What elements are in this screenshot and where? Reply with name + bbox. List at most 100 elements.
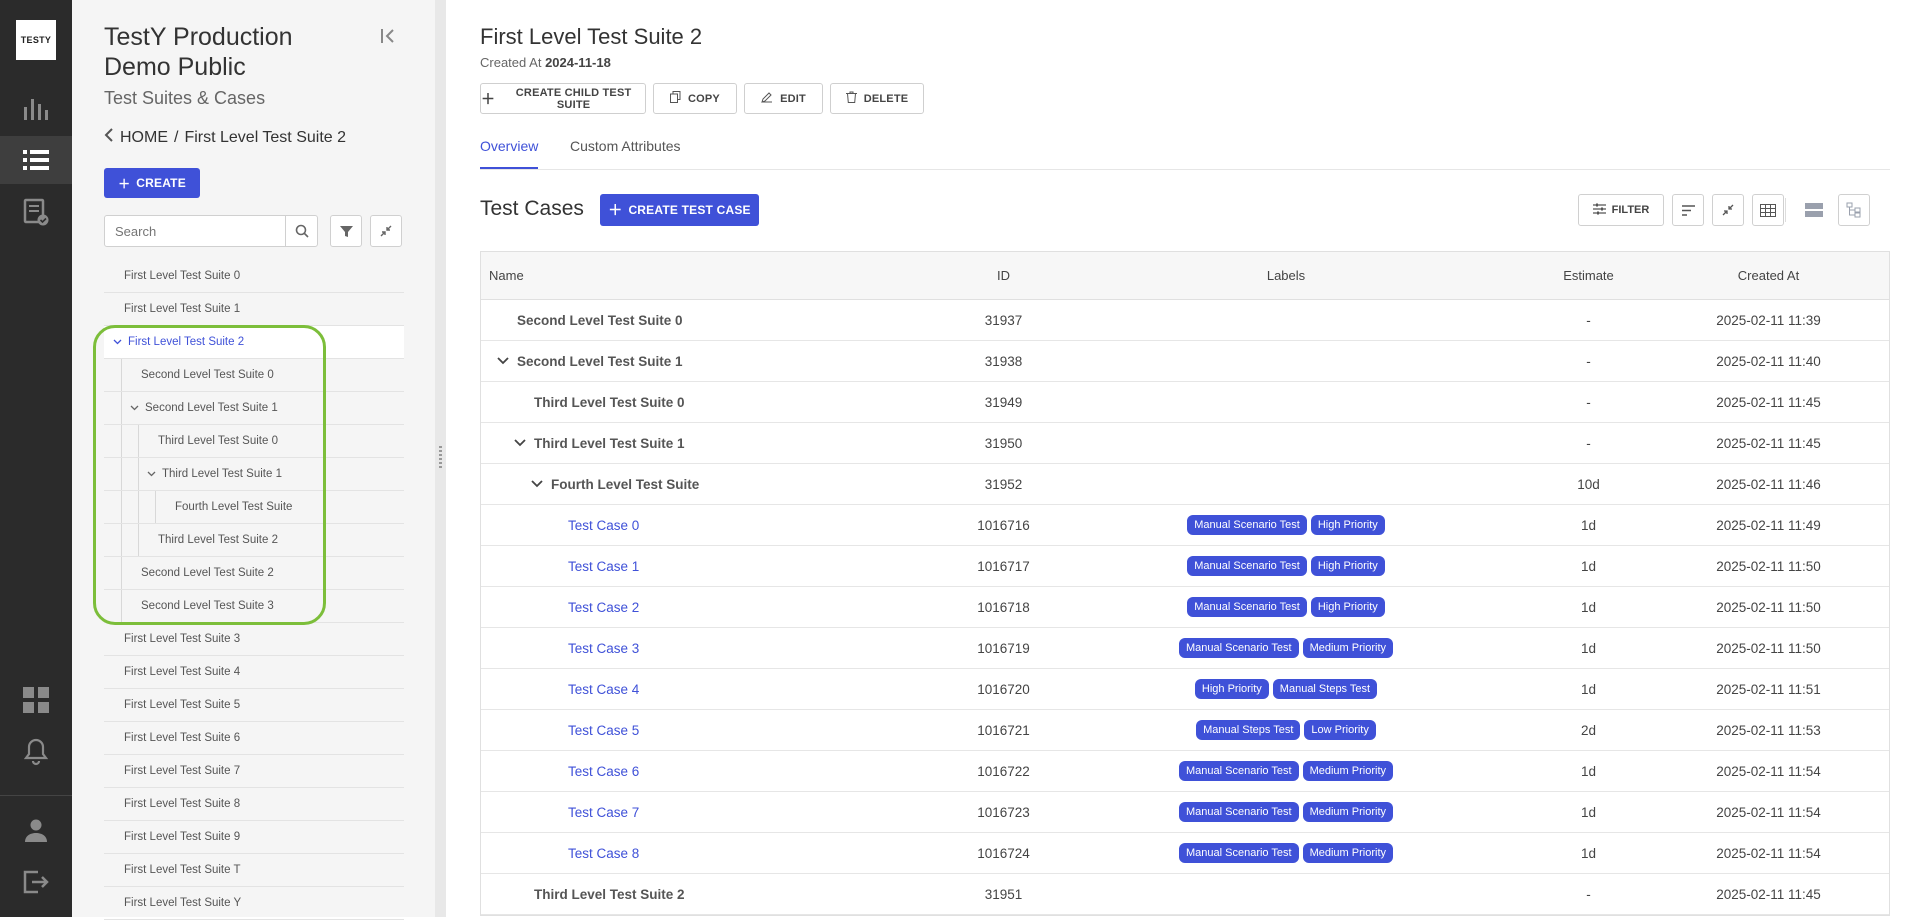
table-row[interactable]: Test Case 3 1016719 Manual Scenario Test Me…	[481, 628, 1889, 669]
table-row[interactable]: Test Case 6 1016722 Manual Scenario Test Me…	[481, 751, 1889, 792]
column-created-at[interactable]: Created At	[1686, 268, 1851, 283]
tree-item[interactable]: First Level Test Suite 1	[104, 293, 404, 326]
table-row[interactable]: Fourth Level Test Suite 31952 10d 2025-02-1…	[481, 464, 1889, 505]
test-case-link[interactable]: Test Case 1	[568, 559, 639, 574]
tree-item[interactable]: First Level Test Suite 4	[104, 656, 404, 689]
test-case-link[interactable]: Test Case 6	[568, 764, 639, 779]
column-id[interactable]: ID	[926, 268, 1081, 283]
table-row[interactable]: Third Level Test Suite 0 31949 - 2025-02-11…	[481, 382, 1889, 423]
table-row[interactable]: Third Level Test Suite 1 31950 - 2025-02-11…	[481, 423, 1889, 464]
chevron-down-icon[interactable]	[512, 439, 528, 447]
create-child-suite-button[interactable]: ＋ CREATE CHILD TEST SUITE	[480, 83, 646, 114]
test-case-link[interactable]: Test Case 2	[568, 600, 639, 615]
tree-item[interactable]: First Level Test Suite 0	[104, 260, 404, 293]
test-case-link[interactable]: Test Case 3	[568, 641, 639, 656]
search-input[interactable]	[105, 216, 285, 246]
profile-icon[interactable]	[0, 806, 72, 854]
tree-item[interactable]: Third Level Test Suite 2	[104, 524, 404, 557]
label-badge[interactable]: Medium Priority	[1302, 802, 1393, 822]
tree-view-icon[interactable]	[1838, 194, 1870, 226]
chevron-left-icon[interactable]	[104, 128, 114, 147]
chevron-down-icon[interactable]	[495, 357, 511, 365]
chevron-down-icon[interactable]	[127, 405, 141, 411]
label-badge[interactable]: Manual Scenario Test	[1179, 843, 1299, 863]
tree-item[interactable]: First Level Test Suite 8	[104, 788, 404, 821]
test-suites-list-icon[interactable]	[0, 136, 72, 184]
table-row[interactable]: Test Case 5 1016721 Manual Steps Test Low P…	[481, 710, 1889, 751]
tree-item[interactable]: Third Level Test Suite 1	[104, 458, 404, 491]
label-badge[interactable]: Manual Scenario Test	[1179, 761, 1299, 781]
dashboard-icon[interactable]	[0, 676, 72, 724]
column-labels[interactable]: Labels	[1081, 268, 1491, 283]
tree-item[interactable]: First Level Test Suite 5	[104, 689, 404, 722]
tree-item[interactable]: Fourth Level Test Suite	[104, 491, 404, 524]
tree-item[interactable]: Third Level Test Suite 0	[104, 425, 404, 458]
label-badge[interactable]: Medium Priority	[1302, 761, 1393, 781]
column-name[interactable]: Name	[481, 268, 926, 283]
test-case-link[interactable]: Test Case 7	[568, 805, 639, 820]
table-row[interactable]: Test Case 4 1016720 High Priority Manual St…	[481, 669, 1889, 710]
edit-button[interactable]: EDIT	[744, 83, 823, 114]
tree-item[interactable]: First Level Test Suite Y	[104, 887, 404, 920]
column-estimate[interactable]: Estimate	[1491, 268, 1686, 283]
table-row[interactable]: Second Level Test Suite 0 31937 - 2025-02-1…	[481, 300, 1889, 341]
test-plans-icon[interactable]	[0, 188, 72, 236]
sort-icon[interactable]	[1672, 194, 1704, 226]
chevron-down-icon[interactable]	[110, 339, 124, 345]
table-row[interactable]: Test Case 7 1016723 Manual Scenario Test Me…	[481, 792, 1889, 833]
table-row[interactable]: Test Case 0 1016716 Manual Scenario Test Hi…	[481, 505, 1889, 546]
tab-overview[interactable]: Overview	[480, 138, 538, 154]
chevron-down-icon[interactable]	[529, 480, 545, 488]
tree-item[interactable]: First Level Test Suite 3	[104, 623, 404, 656]
tree-item[interactable]: Second Level Test Suite 3	[104, 590, 404, 623]
delete-button[interactable]: DELETE	[830, 83, 924, 114]
filter-button[interactable]: FILTER	[1578, 194, 1664, 226]
collapse-sidebar-icon[interactable]	[380, 28, 396, 49]
label-badge[interactable]: Manual Scenario Test	[1179, 802, 1299, 822]
tree-item[interactable]: First Level Test Suite 9	[104, 821, 404, 854]
tree-item[interactable]: First Level Test Suite 7	[104, 755, 404, 788]
collapse-all-icon[interactable]	[370, 215, 402, 247]
tab-custom-attributes[interactable]: Custom Attributes	[570, 138, 681, 154]
create-button[interactable]: ＋ CREATE	[104, 168, 200, 198]
label-badge[interactable]: Manual Steps Test	[1272, 679, 1378, 699]
table-row[interactable]: Test Case 8 1016724 Manual Scenario Test Me…	[481, 833, 1889, 874]
app-logo[interactable]: TESTY	[16, 20, 56, 60]
label-badge[interactable]: Manual Scenario Test	[1187, 556, 1307, 576]
columns-settings-icon[interactable]	[1752, 194, 1784, 226]
resize-handle[interactable]	[435, 0, 446, 917]
tree-item[interactable]: Second Level Test Suite 0	[104, 359, 404, 392]
test-case-link[interactable]: Test Case 4	[568, 682, 639, 697]
label-badge[interactable]: High Priority	[1310, 597, 1385, 617]
test-case-link[interactable]: Test Case 0	[568, 518, 639, 533]
breadcrumb-home[interactable]: HOME	[120, 129, 168, 147]
label-badge[interactable]: Low Priority	[1304, 720, 1376, 740]
table-row[interactable]: Test Case 1 1016717 Manual Scenario Test Hi…	[481, 546, 1889, 587]
create-test-case-button[interactable]: ＋ CREATE TEST CASE	[600, 194, 759, 226]
label-badge[interactable]: Manual Scenario Test	[1187, 597, 1307, 617]
label-badge[interactable]: Manual Scenario Test	[1187, 515, 1307, 535]
search-icon[interactable]	[285, 216, 317, 246]
list-view-icon[interactable]	[1798, 194, 1830, 226]
label-badge[interactable]: Manual Scenario Test	[1179, 638, 1299, 658]
label-badge[interactable]: High Priority	[1310, 556, 1385, 576]
tree-item[interactable]: Second Level Test Suite 1	[104, 392, 404, 425]
logout-icon[interactable]	[0, 858, 72, 906]
test-case-link[interactable]: Test Case 5	[568, 723, 639, 738]
notifications-icon[interactable]	[0, 728, 72, 776]
tree-item[interactable]: Second Level Test Suite 2	[104, 557, 404, 590]
collapse-rows-icon[interactable]	[1712, 194, 1744, 226]
table-row[interactable]: Third Level Test Suite 2 31951 - 2025-02-11…	[481, 874, 1889, 915]
table-row[interactable]: Second Level Test Suite 1 31938 - 2025-02-1…	[481, 341, 1889, 382]
label-badge[interactable]: Medium Priority	[1302, 843, 1393, 863]
tree-item[interactable]: First Level Test Suite 2	[104, 326, 404, 359]
chevron-down-icon[interactable]	[144, 471, 158, 477]
tree-item[interactable]: First Level Test Suite T	[104, 854, 404, 887]
label-badge[interactable]: High Priority	[1310, 515, 1385, 535]
tree-item[interactable]: First Level Test Suite 6	[104, 722, 404, 755]
label-badge[interactable]: High Priority	[1194, 679, 1269, 699]
label-badge[interactable]: Manual Steps Test	[1196, 720, 1301, 740]
copy-button[interactable]: COPY	[653, 83, 737, 114]
test-case-link[interactable]: Test Case 8	[568, 846, 639, 861]
label-badge[interactable]: Medium Priority	[1302, 638, 1393, 658]
